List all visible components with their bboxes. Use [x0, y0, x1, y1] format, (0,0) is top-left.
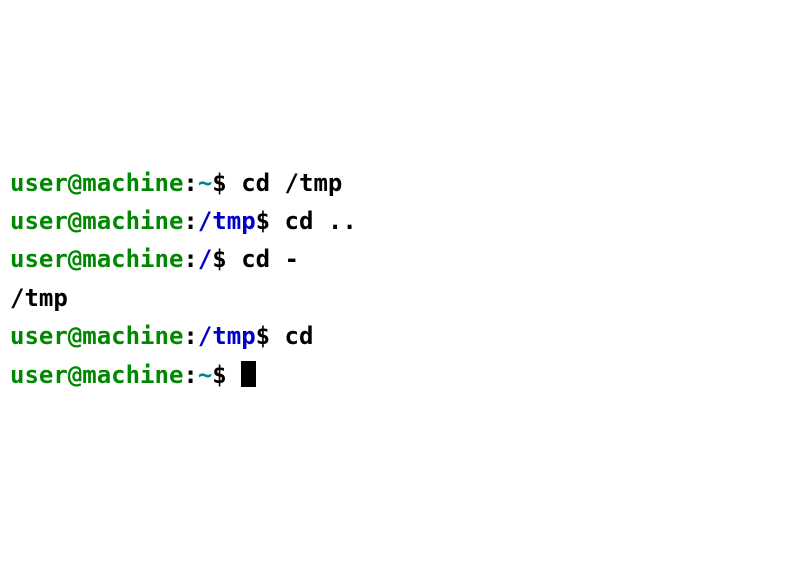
prompt-colon: :	[183, 322, 197, 350]
prompt-dollar: $	[256, 322, 285, 350]
command-text: cd -	[241, 245, 299, 273]
output-text: /tmp	[10, 284, 68, 312]
prompt-colon: :	[183, 245, 197, 273]
prompt-colon: :	[183, 169, 197, 197]
prompt-tilde: ~	[198, 361, 212, 389]
cursor-icon[interactable]	[241, 361, 255, 387]
prompt-user-host: user@machine	[10, 322, 183, 350]
terminal-line: user@machine:/$ cd -	[10, 240, 790, 278]
prompt-path: /tmp	[198, 322, 256, 350]
prompt-dollar: $	[212, 245, 241, 273]
prompt-user-host: user@machine	[10, 361, 183, 389]
terminal-output-line: /tmp	[10, 279, 790, 317]
terminal-line[interactable]: user@machine:~$	[10, 356, 790, 394]
prompt-tilde: ~	[198, 169, 212, 197]
prompt-path: /	[198, 245, 212, 273]
command-text: cd /tmp	[241, 169, 342, 197]
prompt-user-host: user@machine	[10, 245, 183, 273]
command-text: cd	[285, 322, 314, 350]
terminal-line: user@machine:~$ cd /tmp	[10, 164, 790, 202]
prompt-user-host: user@machine	[10, 207, 183, 235]
prompt-colon: :	[183, 207, 197, 235]
prompt-dollar: $	[256, 207, 285, 235]
prompt-path: /tmp	[198, 207, 256, 235]
prompt-colon: :	[183, 361, 197, 389]
command-text: cd ..	[285, 207, 357, 235]
terminal-line: user@machine:/tmp$ cd ..	[10, 202, 790, 240]
prompt-dollar: $	[212, 169, 241, 197]
prompt-user-host: user@machine	[10, 169, 183, 197]
terminal-line: user@machine:/tmp$ cd	[10, 317, 790, 355]
prompt-dollar: $	[212, 361, 241, 389]
